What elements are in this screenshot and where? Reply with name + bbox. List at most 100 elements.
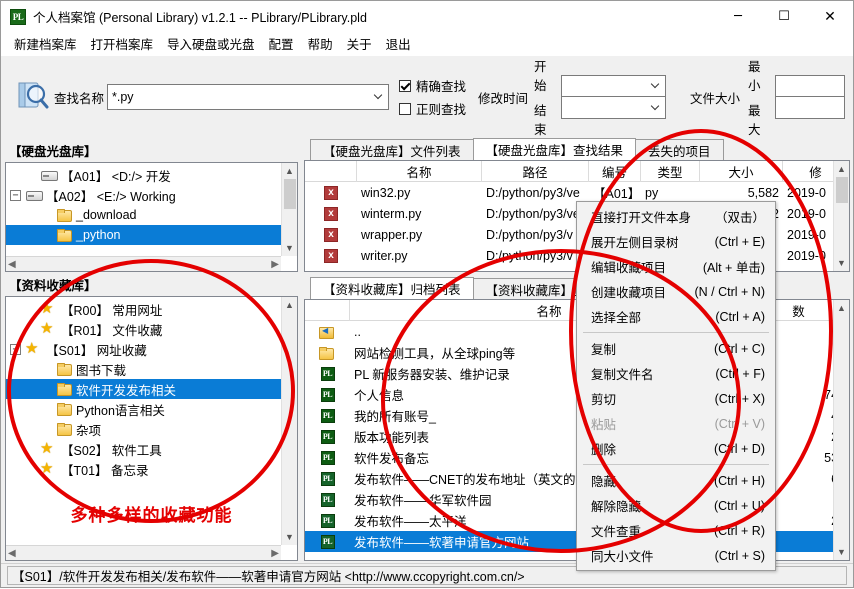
tree-item-label: _python: [76, 228, 121, 242]
scroll-down-icon[interactable]: ▼: [834, 255, 850, 271]
regex-match-row[interactable]: 正则查找: [399, 99, 466, 118]
scroll-up-icon[interactable]: ▲: [834, 161, 850, 177]
vscroll-thumb[interactable]: [835, 177, 848, 203]
favorites-list-vscrollbar[interactable]: ▲ ▼: [833, 300, 849, 560]
column-header-icon[interactable]: [305, 161, 357, 182]
fav-tree-hscrollbar[interactable]: ◀ ▶: [6, 545, 281, 560]
context-menu-item-find-duplicates[interactable]: 文件查重 (Ctrl + R): [577, 518, 775, 543]
menu-item-new-library[interactable]: 新建档案库: [7, 32, 84, 55]
exact-match-checkbox[interactable]: [399, 79, 412, 92]
scroll-down-icon[interactable]: ▼: [834, 544, 850, 560]
scroll-up-icon[interactable]: ▲: [834, 300, 850, 316]
context-menu-item-cut[interactable]: 剪切 (Ctrl + X): [577, 386, 775, 411]
disc-results-vscrollbar[interactable]: ▲ ▼: [833, 161, 849, 271]
scroll-up-icon[interactable]: ▲: [282, 297, 298, 313]
vscroll-thumb[interactable]: [283, 179, 296, 209]
tree-item[interactable]: 【R01】 文件收藏: [6, 319, 297, 339]
disc-tree-hscrollbar[interactable]: ◀ ▶: [6, 256, 281, 271]
column-header-type[interactable]: 类型: [641, 161, 700, 182]
tree-item[interactable]: 【R00】 常用网址: [6, 299, 297, 319]
tree-item[interactable]: 图书下载: [6, 359, 297, 379]
exact-match-row[interactable]: 精确查找: [399, 76, 466, 95]
tab-fav-archive-list[interactable]: 【资料收藏库】归档列表: [310, 277, 474, 299]
chevron-down-icon[interactable]: [650, 101, 660, 110]
scroll-left-icon[interactable]: ◀: [8, 548, 16, 559]
start-date-combo[interactable]: [561, 75, 667, 97]
folder-icon: [55, 382, 72, 396]
pl-document-icon: PL: [320, 450, 335, 465]
chevron-down-icon[interactable]: [650, 79, 660, 89]
column-header-number[interactable]: 编号: [589, 161, 641, 182]
context-menu-item-copy[interactable]: 复制 (Ctrl + C): [577, 336, 775, 361]
collapse-toggle-icon[interactable]: −: [10, 343, 21, 355]
scroll-down-icon[interactable]: ▼: [282, 240, 298, 256]
vscroll-track[interactable]: [282, 179, 298, 240]
maximize-button[interactable]: ☐: [761, 1, 807, 32]
table-row[interactable]: x win32.py D:/python/py3/ve 【A01】 py 5,5…: [305, 182, 849, 203]
collapse-toggle-icon[interactable]: −: [10, 189, 21, 201]
context-menu-item-open-file[interactable]: 直接打开文件本身 （双击）: [577, 204, 775, 229]
tree-item[interactable]: 【S02】 软件工具: [6, 439, 297, 459]
context-menu-item-copy-filename[interactable]: 复制文件名 (Ctrl + F): [577, 361, 775, 386]
tree-item[interactable]: 【T01】 备忘录: [6, 459, 297, 479]
tab-disc-file-list[interactable]: 【硬盘光盘库】文件列表: [310, 139, 474, 160]
pl-document-icon: PL: [320, 366, 335, 381]
tab-missing-items[interactable]: 丢失的项目: [635, 139, 724, 160]
scroll-down-icon[interactable]: ▼: [282, 529, 298, 545]
context-menu-item-delete[interactable]: 删除 (Ctrl + D): [577, 436, 775, 461]
context-menu-item-edit-favorite[interactable]: 编辑收藏项目 (Alt + 单击): [577, 254, 775, 279]
cell-size: 5,582: [747, 185, 779, 200]
regex-match-checkbox[interactable]: [399, 102, 412, 115]
vscroll-track[interactable]: [834, 316, 850, 544]
cell-name: win32.py: [361, 185, 411, 200]
search-name-label: 查找名称: [54, 91, 105, 106]
context-menu-item-create-favorite[interactable]: 创建收藏项目 (N / Ctrl + N): [577, 279, 775, 304]
chevron-down-icon[interactable]: [373, 90, 383, 100]
min-label: 最小: [748, 60, 761, 93]
tab-disc-search-results[interactable]: 【硬盘光盘库】查找结果: [472, 138, 637, 160]
tree-item[interactable]: 杂项: [6, 419, 297, 439]
column-header-size[interactable]: 大小: [700, 161, 783, 182]
menu-item-open-library[interactable]: 打开档案库: [84, 32, 161, 55]
cell-name: winterm.py: [361, 206, 422, 221]
context-menu-item-same-size-files[interactable]: 同大小文件 (Ctrl + S): [577, 543, 775, 568]
vscroll-track[interactable]: [834, 177, 850, 255]
context-menu-item-unhide[interactable]: 解除隐藏 (Ctrl + U): [577, 493, 775, 518]
scroll-left-icon[interactable]: ◀: [8, 259, 16, 270]
vscroll-track[interactable]: [282, 313, 298, 529]
menu-item-help[interactable]: 帮助: [301, 32, 340, 55]
favorites-library-tree[interactable]: 【R00】 常用网址 【R01】 文件收藏 − 【S01】 网址收藏: [5, 296, 298, 561]
min-size-input[interactable]: [775, 75, 845, 97]
context-menu-item-hide[interactable]: 隐藏 (Ctrl + H): [577, 468, 775, 493]
tree-item[interactable]: − 【A02】 <E:/> Working: [6, 185, 297, 205]
max-size-input[interactable]: [775, 97, 845, 119]
disc-library-tree[interactable]: 【A01】 <D:/> 开发 − 【A02】 <E:/> Working _do…: [5, 162, 298, 272]
cell-name: writer.py: [361, 248, 408, 263]
context-menu-item-expand-tree[interactable]: 展开左侧目录树 (Ctrl + E): [577, 229, 775, 254]
tree-item[interactable]: − 【S01】 网址收藏: [6, 339, 297, 359]
menu-item-import-disk[interactable]: 导入硬盘或光盘: [160, 32, 262, 55]
tree-item[interactable]: 【A01】 <D:/> 开发: [6, 165, 297, 185]
scroll-right-icon[interactable]: ▶: [271, 548, 279, 559]
scroll-up-icon[interactable]: ▲: [282, 163, 298, 179]
pl-document-icon: PL: [320, 408, 335, 423]
fav-tree-vscrollbar[interactable]: ▲ ▼: [281, 297, 297, 545]
menu-item-exit[interactable]: 退出: [379, 32, 418, 55]
tree-item[interactable]: _download: [6, 205, 297, 225]
search-input[interactable]: *.py: [107, 84, 390, 110]
column-header-name[interactable]: 名称: [357, 161, 482, 182]
menu-item-settings[interactable]: 配置: [262, 32, 301, 55]
close-button[interactable]: ✕: [807, 1, 853, 32]
tree-item-selected[interactable]: 软件开发发布相关: [6, 379, 297, 399]
end-date-combo[interactable]: [561, 97, 667, 119]
menu-item-about[interactable]: 关于: [340, 32, 379, 55]
column-header-icon[interactable]: [305, 300, 350, 321]
tree-item[interactable]: Python语言相关: [6, 399, 297, 419]
disc-tree-vscrollbar[interactable]: ▲ ▼: [281, 163, 297, 256]
tree-item-selected[interactable]: _python: [6, 225, 297, 245]
column-header-path[interactable]: 路径: [482, 161, 589, 182]
minimize-button[interactable]: ─: [715, 1, 761, 32]
context-menu[interactable]: 直接打开文件本身 （双击） 展开左侧目录树 (Ctrl + E) 编辑收藏项目 …: [576, 201, 776, 571]
context-menu-item-select-all[interactable]: 选择全部 (Ctrl + A): [577, 304, 775, 329]
scroll-right-icon[interactable]: ▶: [271, 259, 279, 270]
